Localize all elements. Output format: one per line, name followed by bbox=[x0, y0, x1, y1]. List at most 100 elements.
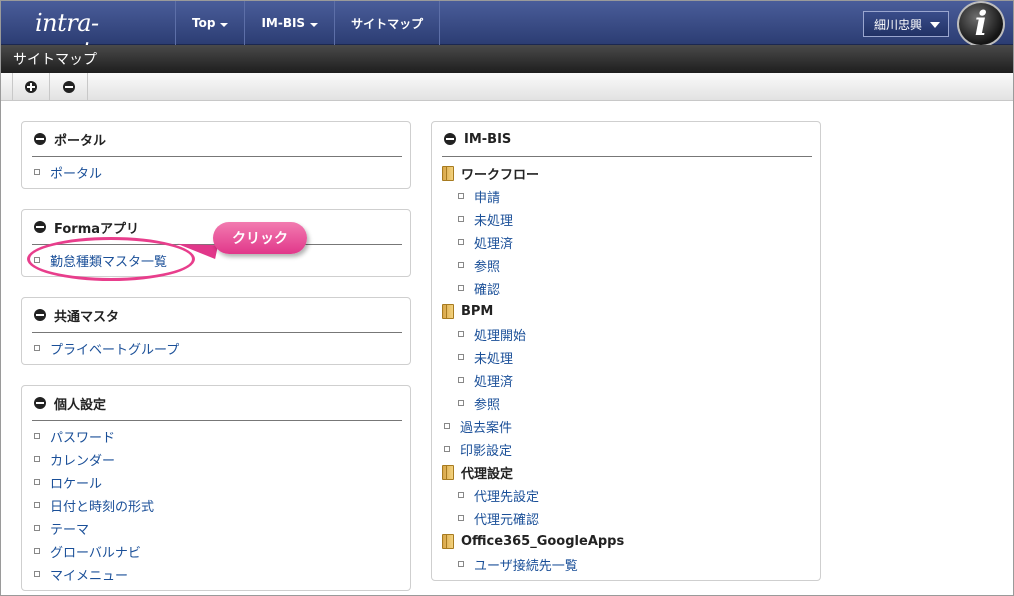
link-label: 日付と時刻の形式 bbox=[50, 499, 155, 515]
bullet-icon bbox=[444, 423, 450, 429]
link-theme[interactable]: テーマ bbox=[34, 518, 89, 538]
panel-portal-header[interactable]: ポータル bbox=[34, 130, 107, 149]
folder-icon bbox=[442, 303, 454, 319]
nav-im-bis[interactable]: IM-BIS bbox=[244, 1, 334, 45]
folder-office365-googleapps[interactable]: Office365_GoogleApps bbox=[442, 531, 624, 551]
caret-down-icon bbox=[220, 22, 229, 27]
link-label: 確認 bbox=[474, 282, 501, 298]
link-label: 処理開始 bbox=[474, 328, 527, 344]
nav-top-label: Top bbox=[192, 16, 216, 30]
link-reference[interactable]: 参照 bbox=[458, 255, 500, 275]
folder-icon bbox=[442, 165, 454, 181]
link-locale[interactable]: ロケール bbox=[34, 472, 102, 492]
link-label: カレンダー bbox=[50, 453, 116, 469]
panel-title: Formaアプリ bbox=[54, 221, 140, 237]
bullet-icon bbox=[34, 479, 40, 485]
bullet-icon bbox=[34, 345, 40, 351]
nav-im-bis-label: IM-BIS bbox=[261, 16, 306, 30]
folder-label: 代理設定 bbox=[461, 466, 514, 482]
bullet-icon bbox=[458, 216, 464, 222]
link-confirm[interactable]: 確認 bbox=[458, 278, 500, 298]
panel-title: IM-BIS bbox=[464, 131, 512, 147]
link-global-navi[interactable]: グローバルナビ bbox=[34, 541, 141, 561]
collapse-icon bbox=[34, 309, 46, 321]
link-apply[interactable]: 申請 bbox=[458, 186, 500, 206]
nav-sitemap[interactable]: サイトマップ bbox=[334, 1, 441, 45]
link-label: 参照 bbox=[474, 397, 501, 413]
page-title-bar: サイトマップ bbox=[1, 45, 1013, 73]
collapse-icon bbox=[444, 133, 456, 145]
folder-workflow[interactable]: ワークフロー bbox=[442, 163, 539, 183]
page-title: サイトマップ bbox=[13, 52, 97, 68]
nav-top[interactable]: Top bbox=[175, 1, 244, 45]
link-label: テーマ bbox=[50, 522, 90, 538]
panel-common-master-header[interactable]: 共通マスタ bbox=[34, 306, 119, 325]
collapse-all-button[interactable] bbox=[50, 73, 88, 101]
link-bpm-reference[interactable]: 参照 bbox=[458, 393, 500, 413]
collapse-icon bbox=[34, 133, 46, 145]
collapse-icon bbox=[34, 397, 46, 409]
link-unprocessed[interactable]: 未処理 bbox=[458, 209, 513, 229]
link-processed[interactable]: 処理済 bbox=[458, 232, 513, 252]
link-bpm-unprocessed[interactable]: 未処理 bbox=[458, 347, 513, 367]
folder-icon bbox=[442, 464, 454, 480]
user-menu-button[interactable]: 細川忠興 bbox=[863, 11, 949, 37]
link-portal[interactable]: ポータル bbox=[34, 162, 102, 182]
panel-im-bis: IM-BIS ワークフロー 申請 未処理 処理済 参照 確認 BPM 処理開始 … bbox=[431, 121, 821, 581]
nav-sitemap-label: サイトマップ bbox=[351, 16, 424, 31]
bullet-icon bbox=[458, 262, 464, 268]
folder-label: Office365_GoogleApps bbox=[461, 533, 625, 549]
intra-mart-i-icon[interactable]: i bbox=[957, 1, 1005, 47]
link-proxy-dest-settings[interactable]: 代理先設定 bbox=[458, 485, 539, 505]
bullet-icon bbox=[458, 285, 464, 291]
plus-circle-icon bbox=[25, 81, 37, 93]
link-label: 代理元確認 bbox=[474, 512, 540, 528]
user-name: 細川忠興 bbox=[874, 17, 923, 32]
folder-proxy-settings[interactable]: 代理設定 bbox=[442, 462, 513, 482]
panel-title: ポータル bbox=[54, 133, 107, 149]
link-calendar[interactable]: カレンダー bbox=[34, 449, 115, 469]
panel-im-bis-header[interactable]: IM-BIS bbox=[444, 130, 511, 148]
intra-mart-logo[interactable]: intra-mart bbox=[35, 7, 145, 65]
bullet-icon bbox=[34, 433, 40, 439]
expand-all-button[interactable] bbox=[12, 73, 50, 101]
link-label: 印影設定 bbox=[460, 443, 513, 459]
bullet-icon bbox=[458, 377, 464, 383]
callout-label: クリック bbox=[232, 231, 288, 247]
link-my-menu[interactable]: マイメニュー bbox=[34, 564, 128, 584]
link-seal-settings[interactable]: 印影設定 bbox=[444, 439, 512, 459]
link-label: ポータル bbox=[50, 166, 103, 182]
link-proxy-source-confirm[interactable]: 代理元確認 bbox=[458, 508, 539, 528]
link-past-cases[interactable]: 過去案件 bbox=[444, 416, 512, 436]
link-bpm-processed[interactable]: 処理済 bbox=[458, 370, 513, 390]
link-bpm-start[interactable]: 処理開始 bbox=[458, 324, 526, 344]
panel-forma-header[interactable]: Formaアプリ bbox=[34, 218, 140, 237]
bullet-icon bbox=[458, 492, 464, 498]
panel-title: 個人設定 bbox=[54, 397, 107, 413]
bullet-icon bbox=[34, 502, 40, 508]
folder-icon bbox=[442, 533, 454, 549]
caret-down-icon bbox=[310, 22, 319, 27]
folder-label: BPM bbox=[461, 303, 494, 319]
bullet-icon bbox=[34, 456, 40, 462]
link-password[interactable]: パスワード bbox=[34, 426, 115, 446]
panel-personal-header[interactable]: 個人設定 bbox=[34, 394, 107, 413]
link-datetime-format[interactable]: 日付と時刻の形式 bbox=[34, 495, 154, 515]
panel-personal-settings: 個人設定 パスワード カレンダー ロケール 日付と時刻の形式 テーマ グローバル… bbox=[21, 385, 411, 591]
minus-circle-icon bbox=[62, 81, 75, 93]
link-label: 処理済 bbox=[474, 374, 514, 390]
panel-portal: ポータル ポータル bbox=[21, 121, 411, 189]
bullet-icon bbox=[458, 193, 464, 199]
link-private-group[interactable]: プライベートグループ bbox=[34, 338, 179, 358]
panel-common-master: 共通マスタ プライベートグループ bbox=[21, 297, 411, 365]
bullet-icon bbox=[458, 561, 464, 567]
global-nav: Top IM-BIS サイトマップ bbox=[175, 1, 441, 45]
bullet-icon bbox=[458, 400, 464, 406]
link-label: 未処理 bbox=[474, 351, 514, 367]
folder-bpm[interactable]: BPM bbox=[442, 301, 493, 321]
bullet-icon bbox=[34, 548, 40, 554]
link-label: 申請 bbox=[474, 190, 501, 206]
collapse-icon bbox=[34, 221, 46, 233]
link-label: マイメニュー bbox=[50, 568, 129, 584]
link-user-connection-list[interactable]: ユーザ接続先一覧 bbox=[458, 554, 578, 574]
